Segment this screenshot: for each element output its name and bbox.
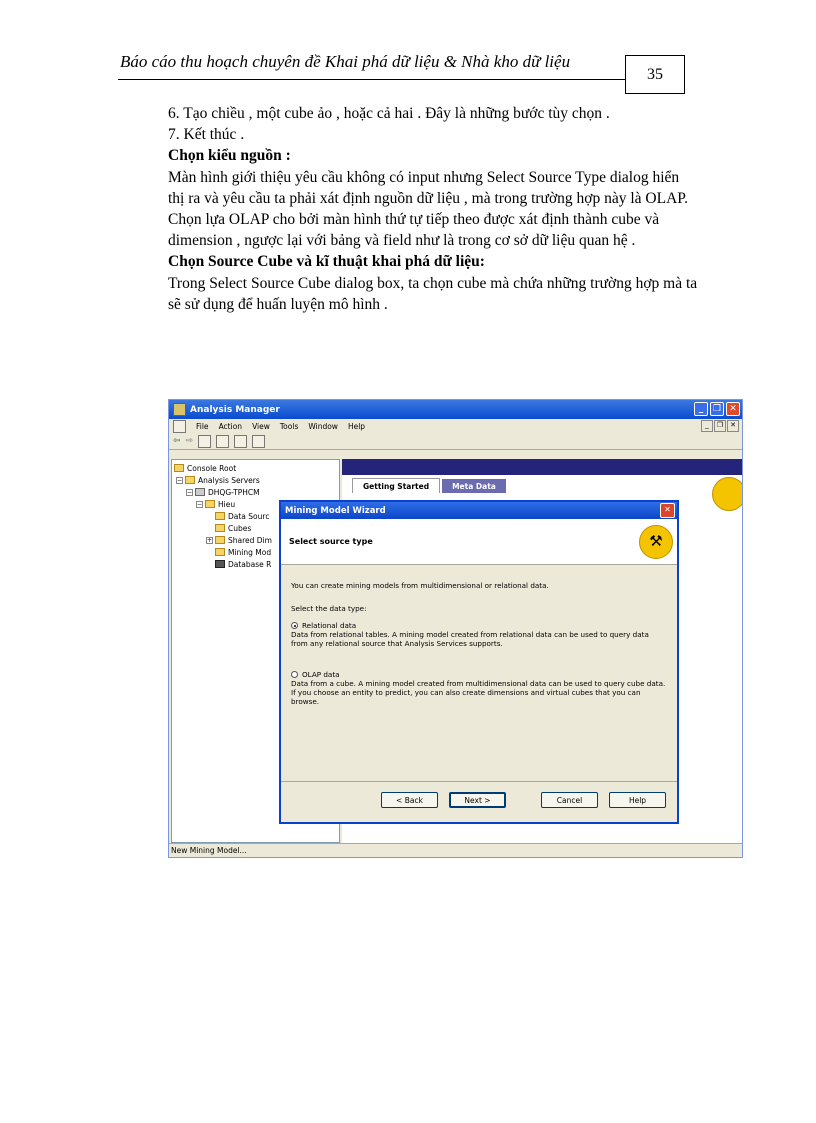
refresh-icon[interactable] <box>234 434 248 448</box>
folder-icon <box>215 536 225 544</box>
database-icon <box>205 500 215 508</box>
status-bar: New Mining Model... <box>169 843 742 857</box>
body-paragraph: Chọn lựa OLAP cho bởi màn hình thứ tự ti… <box>168 211 660 250</box>
body-line: 6. Tạo chiều , một cube ảo , hoặc cả hai… <box>168 105 610 122</box>
wizard-dialog: Mining Model Wizard ✕ Select source type… <box>279 500 679 824</box>
mdi-minimize-icon[interactable]: _ <box>701 420 713 432</box>
window-titlebar: Analysis Manager _ ❐ ✕ <box>169 400 742 419</box>
dialog-body: You can create mining models from multid… <box>281 565 677 714</box>
forward-arrow-icon[interactable]: ⇨ <box>186 436 194 446</box>
section-heading: Chọn Source Cube và kĩ thuật khai phá dữ… <box>168 253 485 271</box>
dialog-intro: You can create mining models from multid… <box>291 581 549 590</box>
mdi-restore-icon[interactable]: ❐ <box>714 420 726 432</box>
app-icon <box>173 403 186 416</box>
tab-meta-data[interactable]: Meta Data <box>442 479 506 493</box>
folder-icon <box>185 476 195 484</box>
window-title: Analysis Manager <box>190 404 280 415</box>
help-button[interactable]: Help <box>609 792 666 808</box>
menu-tools[interactable]: Tools <box>280 422 298 431</box>
tab-getting-started[interactable]: Getting Started <box>352 478 441 493</box>
dialog-titlebar: Mining Model Wizard ✕ <box>281 502 677 519</box>
header-rule <box>118 79 626 80</box>
dialog-header: Select source type ⚒ <box>281 519 677 565</box>
mdi-close-icon[interactable]: ✕ <box>727 420 739 432</box>
folder-icon <box>174 464 184 472</box>
close-icon[interactable]: ✕ <box>660 503 675 518</box>
dialog-footer: < Back Next > Cancel Help <box>281 781 677 822</box>
database-role-icon <box>215 560 225 568</box>
page-number: 35 <box>625 55 685 94</box>
body-line: 7. Kết thúc . <box>168 126 245 144</box>
dialog-heading: Select source type <box>289 537 373 546</box>
tree-node[interactable]: − Analysis Servers <box>174 474 337 486</box>
menu-bar: File Action View Tools Window Help _ ❐ ✕ <box>169 419 742 433</box>
toolbar: ⇦ ⇨ <box>169 433 742 450</box>
console-icon <box>173 419 186 433</box>
up-folder-icon[interactable] <box>198 434 212 448</box>
body-text: 6. Tạo chiều , một cube ảo , hoặc cả hai… <box>168 103 698 315</box>
collapse-icon[interactable]: − <box>176 476 183 484</box>
option-description: Data from relational tables. A mining mo… <box>291 630 649 648</box>
cube-icon <box>712 477 742 511</box>
menu-window[interactable]: Window <box>308 422 338 431</box>
menu-action[interactable]: Action <box>219 422 243 431</box>
collapse-icon[interactable]: − <box>196 500 203 508</box>
option-description: Data from a cube. A mining model created… <box>291 679 666 706</box>
menu-view[interactable]: View <box>252 422 270 431</box>
body-paragraph: Trong Select Source Cube dialog box, ta … <box>168 274 698 313</box>
tree-node[interactable]: − DHQG-TPHCM <box>174 486 337 498</box>
back-button[interactable]: < Back <box>381 792 438 808</box>
cancel-button[interactable]: Cancel <box>541 792 598 808</box>
server-icon <box>195 488 205 496</box>
dialog-title: Mining Model Wizard <box>285 505 386 516</box>
radio-relational[interactable]: Relational data <box>291 621 667 630</box>
back-arrow-icon[interactable]: ⇦ <box>173 436 181 446</box>
radio-label: OLAP data <box>302 670 340 679</box>
menu-file[interactable]: File <box>196 422 209 431</box>
dialog-prompt: Select the data type: <box>291 604 367 613</box>
radio-olap[interactable]: OLAP data <box>291 670 667 679</box>
maximize-icon[interactable]: ❐ <box>710 402 724 416</box>
show-tree-icon[interactable] <box>216 434 230 448</box>
embedded-screenshot: Analysis Manager _ ❐ ✕ File Action View … <box>168 399 743 858</box>
close-icon[interactable]: ✕ <box>726 402 740 416</box>
expand-icon[interactable]: + <box>206 536 213 544</box>
radio-button-selected[interactable] <box>291 622 298 629</box>
folder-icon <box>215 548 225 556</box>
next-button[interactable]: Next > <box>449 792 506 808</box>
section-heading: Chọn kiểu nguồn : <box>168 147 291 165</box>
taskpad-tabs: Getting Started Meta Data <box>342 475 742 493</box>
collapse-icon[interactable]: − <box>186 488 193 496</box>
body-paragraph: Màn hình giới thiệu yêu cầu không có inp… <box>168 168 689 207</box>
radio-label: Relational data <box>302 621 357 630</box>
taskpad-banner <box>342 459 742 475</box>
menu-help[interactable]: Help <box>348 422 365 431</box>
properties-icon[interactable] <box>252 434 266 448</box>
minimize-icon[interactable]: _ <box>694 402 708 416</box>
folder-icon <box>215 524 225 532</box>
running-header: Báo cáo thu hoạch chuyên đề Khai phá dữ … <box>120 52 571 71</box>
folder-icon <box>215 512 225 520</box>
radio-button[interactable] <box>291 671 298 678</box>
tree-node[interactable]: Console Root <box>174 462 337 474</box>
wizard-wand-icon: ⚒ <box>639 525 673 559</box>
